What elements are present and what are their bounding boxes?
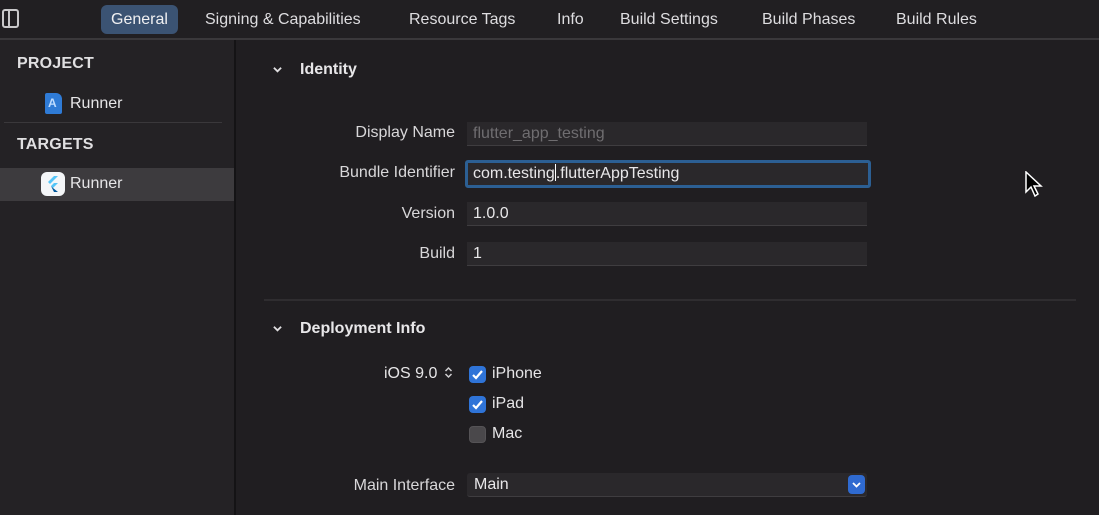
mouse-pointer-icon [1025,171,1043,198]
mac-checkbox-label[interactable]: Mac [492,425,522,443]
ios-version-popup[interactable]: iOS 9.0 [384,365,453,383]
tab-resource-tags[interactable]: Resource Tags [399,5,525,34]
build-label: Build [419,245,455,262]
bundle-identifier-field[interactable]: com.testing.flutterAppTesting [465,160,871,188]
chevron-down-icon[interactable] [273,65,282,74]
xcode-project-icon [45,93,62,114]
iphone-checkbox-label[interactable]: iPhone [492,365,542,383]
identity-section-title[interactable]: Identity [300,61,357,79]
sidebar-item-target-runner[interactable]: Runner [0,168,234,201]
main-interface-value: Main [474,476,509,493]
checkmark-icon [472,400,483,410]
display-name-label: Display Name [355,124,455,141]
section-divider [264,299,1076,301]
chevron-down-icon[interactable] [273,324,282,333]
main-interface-dropdown-button[interactable] [848,475,865,494]
project-navigator-sidebar: PROJECT Runner TARGETS Runner [0,40,236,515]
bundle-identifier-text-after-caret: .flutterAppTesting [555,165,680,182]
bundle-identifier-text-before-caret: com.testing [473,165,555,182]
tab-build-phases[interactable]: Build Phases [752,5,865,34]
ios-version-value: iOS 9.0 [384,365,438,382]
tab-build-rules[interactable]: Build Rules [886,5,987,34]
tab-info[interactable]: Info [547,5,594,34]
updown-chevron-icon [444,366,452,379]
tab-signing-capabilities[interactable]: Signing & Capabilities [195,5,371,34]
iphone-checkbox[interactable] [469,366,486,383]
display-name-field[interactable]: flutter_app_testing [467,122,867,146]
mac-checkbox[interactable] [469,426,486,443]
targets-header: TARGETS [17,136,94,153]
tab-general[interactable]: General [101,5,178,34]
project-header: PROJECT [17,55,94,72]
ipad-checkbox[interactable] [469,396,486,413]
sidebar-item-label: Runner [70,95,123,112]
bundle-identifier-label: Bundle Identifier [339,164,455,181]
main-interface-combobox[interactable]: Main [467,473,867,497]
sidebar-item-project-runner[interactable]: Runner [0,88,234,121]
main-interface-label: Main Interface [353,477,455,494]
flutter-icon [41,172,65,196]
version-field[interactable]: 1.0.0 [467,202,867,226]
build-field[interactable]: 1 [467,242,867,266]
tab-build-settings[interactable]: Build Settings [610,5,728,34]
checkmark-icon [472,370,483,380]
ipad-checkbox-label[interactable]: iPad [492,395,524,413]
version-label: Version [401,205,455,222]
sidebar-item-label: Runner [70,175,123,192]
chevron-down-icon [852,482,861,488]
sidebar-divider [4,122,222,123]
sidebar-toggle-icon[interactable] [2,9,19,28]
deployment-info-section-title[interactable]: Deployment Info [300,320,425,338]
editor-tab-bar: General Signing & Capabilities Resource … [0,0,1099,40]
